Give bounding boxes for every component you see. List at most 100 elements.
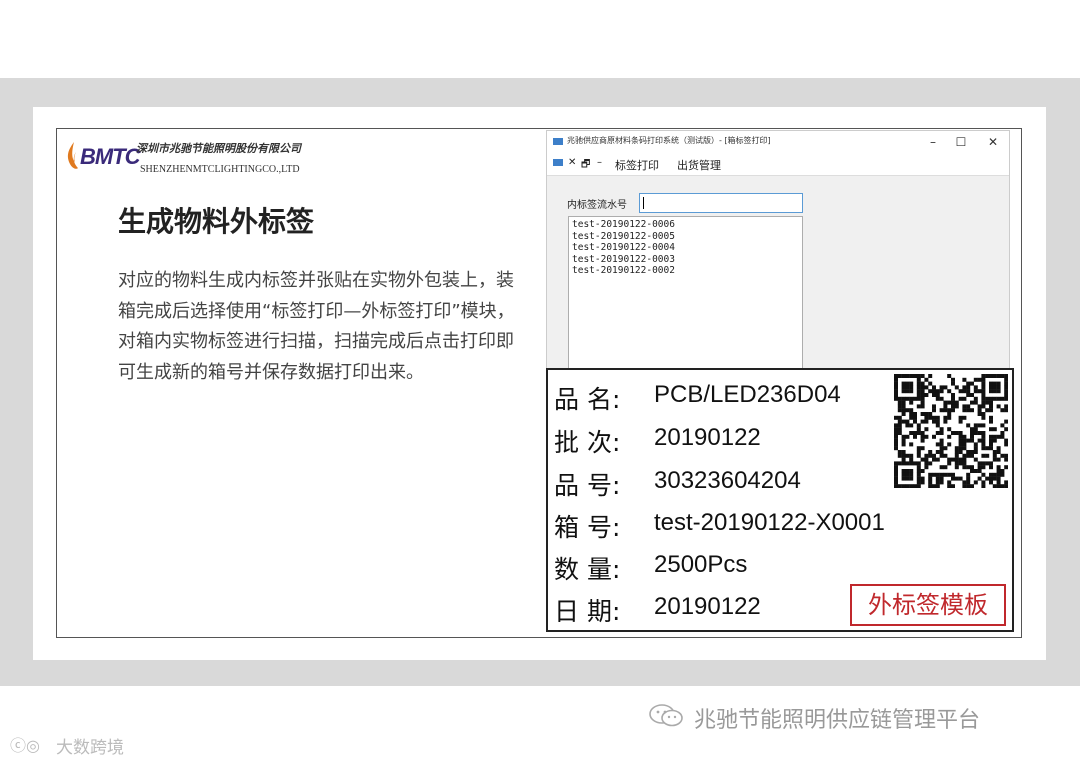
logo-company-cn: 深圳市兆驰节能照明股份有限公司	[136, 142, 301, 155]
minimize-button[interactable]: –	[919, 133, 947, 151]
qr-module	[913, 419, 917, 424]
qr-module	[1000, 484, 1005, 488]
qr-module	[901, 389, 906, 394]
qr-module	[962, 446, 967, 451]
qr-module	[913, 415, 917, 420]
qr-module	[939, 427, 944, 432]
qr-module	[951, 393, 955, 397]
mdi-close-icon[interactable]: ✕	[568, 157, 576, 168]
qr-module	[989, 404, 993, 409]
qr-module	[951, 377, 955, 382]
qr-module	[939, 438, 944, 443]
qr-module	[996, 385, 1001, 390]
qr-module	[897, 431, 902, 435]
qr-module	[935, 442, 940, 447]
qr-module	[894, 385, 898, 390]
menu-label-print[interactable]: 标签打印	[615, 157, 659, 173]
qr-module	[1004, 374, 1008, 378]
list-item[interactable]: test-20190122-0003	[569, 254, 802, 266]
qr-module	[958, 419, 963, 424]
list-item[interactable]: test-20190122-0005	[569, 231, 802, 243]
qr-module	[970, 408, 974, 413]
qr-module	[932, 415, 936, 420]
qr-module	[920, 476, 925, 481]
qr-module	[897, 400, 902, 405]
qr-module	[996, 484, 1001, 488]
qr-module	[977, 469, 982, 473]
mdi-minimize-icon[interactable]: –	[597, 157, 602, 168]
qr-module	[935, 389, 940, 394]
form-area: 内标签流水号 test-20190122-0006 test-20190122-…	[547, 175, 1009, 376]
qr-module	[985, 374, 990, 378]
qr-module	[992, 457, 997, 462]
qr-module	[962, 434, 967, 439]
qr-module	[935, 480, 940, 485]
qr-module	[992, 434, 997, 439]
quantity-key: 数 量:	[554, 555, 621, 584]
qr-module	[939, 472, 944, 477]
outer-label-template: 品 名: PCB/LED236D04 批 次: 20190122 品 号: 30…	[546, 368, 1014, 632]
mdi-restore-icon[interactable]: 🗗	[581, 157, 590, 174]
close-button[interactable]: ✕	[979, 133, 1007, 151]
qr-module	[1004, 438, 1008, 443]
list-item[interactable]: test-20190122-0004	[569, 242, 802, 254]
qr-module	[962, 415, 967, 420]
scanned-list[interactable]: test-20190122-0006 test-20190122-0005 te…	[568, 216, 803, 376]
qr-module	[909, 469, 914, 473]
qr-module	[962, 457, 967, 462]
qr-module	[973, 457, 978, 462]
qr-module	[905, 381, 910, 386]
maximize-button[interactable]: ☐	[947, 133, 975, 151]
qr-module	[928, 415, 933, 420]
qr-module	[996, 480, 1001, 485]
qr-module	[901, 419, 906, 424]
qr-module	[973, 427, 978, 432]
qr-module	[909, 374, 914, 378]
qr-module	[943, 408, 948, 413]
qr-module	[920, 434, 925, 439]
qr-module	[913, 396, 917, 401]
list-item[interactable]: test-20190122-0006	[569, 219, 802, 231]
qr-module	[947, 415, 952, 420]
qr-module	[970, 450, 974, 454]
qr-module	[916, 389, 921, 394]
menu-shipping[interactable]: 出货管理	[677, 157, 721, 173]
qr-module	[981, 446, 986, 451]
window-titlebar[interactable]: 兆驰供应商原材料条码打印系统（测试版）- [箱标签打印] – ☐ ✕	[547, 131, 1009, 153]
qr-module	[962, 453, 967, 458]
qr-module	[901, 457, 906, 462]
qr-module	[981, 442, 986, 447]
qr-module	[943, 453, 948, 458]
qr-module	[913, 412, 917, 416]
qr-module	[947, 427, 952, 432]
qr-module	[916, 461, 921, 466]
qr-module	[932, 419, 936, 424]
menu-bar: ✕ 🗗 – 标签打印 出货管理	[547, 153, 1009, 175]
qr-module	[973, 469, 978, 473]
qr-module	[905, 461, 910, 466]
qr-module	[916, 469, 921, 473]
qr-module	[901, 381, 906, 386]
qr-module	[901, 434, 906, 439]
qr-module	[973, 431, 978, 435]
qr-module	[966, 408, 971, 413]
qr-module	[951, 381, 955, 386]
qr-module	[901, 396, 906, 401]
qr-module	[932, 393, 936, 397]
qr-module	[932, 434, 936, 439]
qr-module	[981, 396, 986, 401]
qr-module	[977, 431, 982, 435]
serial-number-input[interactable]	[639, 193, 803, 213]
qr-module	[920, 381, 925, 386]
qr-module	[909, 442, 914, 447]
qr-module	[1004, 393, 1008, 397]
qr-module	[920, 404, 925, 409]
batch-value: 20190122	[654, 424, 761, 451]
qr-module	[947, 412, 952, 416]
qr-module	[973, 446, 978, 451]
qr-module	[954, 461, 959, 466]
list-item[interactable]: test-20190122-0002	[569, 265, 802, 277]
qr-module	[913, 484, 917, 488]
qr-module	[913, 431, 917, 435]
qr-module	[939, 476, 944, 481]
